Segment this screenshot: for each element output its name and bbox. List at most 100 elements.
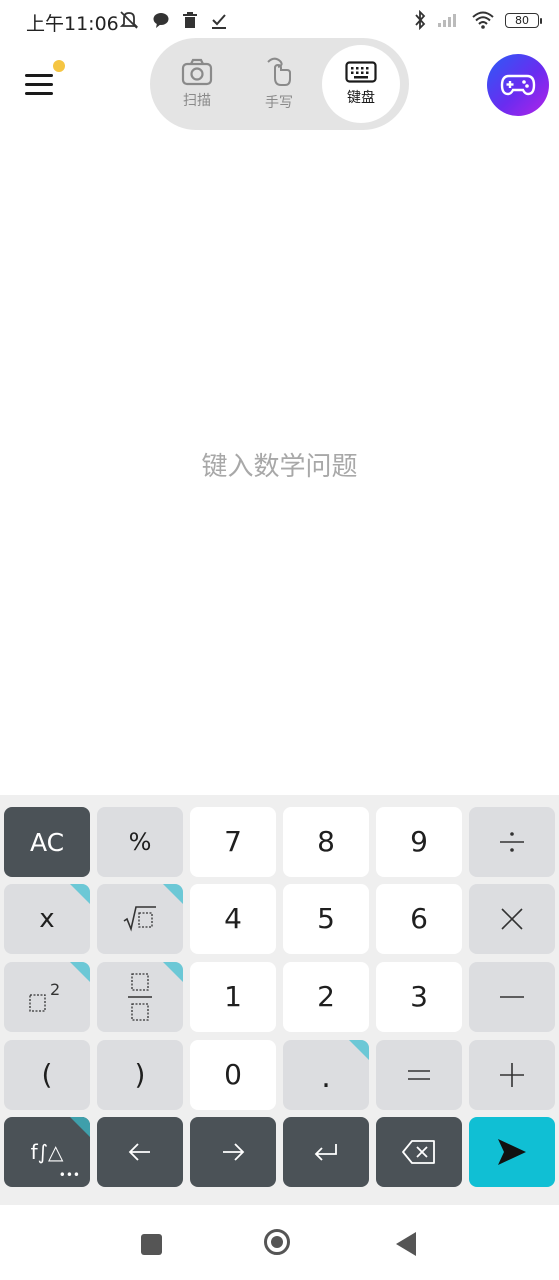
mode-scan[interactable]: 扫描	[158, 45, 236, 123]
key-functions[interactable]: f∫△ •••	[4, 1117, 90, 1187]
input-mode-switcher: 扫描 手写 键盘	[150, 38, 409, 130]
power-icon: 2	[29, 980, 60, 1012]
enter-icon	[314, 1144, 337, 1161]
keyboard-icon	[345, 61, 377, 83]
key-clear-all[interactable]: AC	[4, 807, 90, 877]
key-cursor-right[interactable]	[190, 1117, 276, 1187]
status-time: 上午11:06	[26, 13, 119, 35]
arrow-right-icon	[223, 1143, 245, 1161]
key-open-paren[interactable]: (	[4, 1040, 90, 1110]
key-multiply[interactable]	[469, 884, 555, 954]
minus-icon	[500, 996, 524, 998]
key-0[interactable]: 0	[190, 1040, 276, 1110]
key-equals[interactable]	[376, 1040, 462, 1110]
key-decimal-label: .	[321, 1060, 331, 1095]
math-keypad: AC % 7 8 9 x 4 5 6 2 1 2 3 ( ) 0 . f∫△ •…	[0, 795, 559, 1205]
system-navigation-bar	[0, 1205, 559, 1280]
signal-icon	[438, 14, 456, 27]
math-input-placeholder[interactable]: 键入数学问题	[0, 446, 559, 483]
key-6[interactable]: 6	[376, 884, 462, 954]
recent-apps-icon[interactable]	[141, 1234, 162, 1255]
fraction-icon	[128, 973, 152, 1021]
key-close-paren-label: )	[134, 1058, 146, 1091]
key-plus[interactable]	[469, 1040, 555, 1110]
key-variable-x[interactable]: x	[4, 884, 90, 954]
key-2[interactable]: 2	[283, 962, 369, 1032]
key-variable-x-label: x	[39, 904, 55, 934]
key-more-indicator	[70, 1117, 90, 1137]
key-6-label: 6	[410, 902, 428, 935]
game-button[interactable]	[487, 54, 549, 116]
square-root-icon	[123, 906, 156, 932]
key-5[interactable]: 5	[283, 884, 369, 954]
svg-text:2: 2	[50, 980, 60, 999]
gamepad-icon	[500, 74, 536, 96]
multiply-icon	[501, 908, 523, 930]
key-divide[interactable]	[469, 807, 555, 877]
key-cursor-left[interactable]	[97, 1117, 183, 1187]
key-submit[interactable]	[469, 1117, 555, 1187]
key-7[interactable]: 7	[190, 807, 276, 877]
status-system-icons: 80	[413, 10, 542, 30]
key-more-indicator	[163, 962, 183, 982]
chat-bubble-icon	[153, 13, 169, 28]
key-more-indicator	[70, 884, 90, 904]
home-icon[interactable]	[264, 1229, 290, 1255]
key-backspace[interactable]	[376, 1117, 462, 1187]
key-close-paren[interactable]: )	[97, 1040, 183, 1110]
equals-icon	[408, 1070, 430, 1080]
handwriting-icon	[267, 57, 291, 86]
mode-keyboard[interactable]: 键盘	[322, 45, 400, 123]
key-square-root[interactable]	[97, 884, 183, 954]
mode-handwriting-label: 手写	[265, 95, 293, 111]
key-4[interactable]: 4	[190, 884, 276, 954]
divide-icon	[500, 832, 524, 852]
key-functions-more-icon: •••	[58, 1168, 80, 1182]
backspace-icon	[402, 1140, 435, 1164]
status-notification-icons	[118, 10, 228, 30]
key-5-label: 5	[317, 902, 335, 935]
key-minus[interactable]	[469, 962, 555, 1032]
key-3[interactable]: 3	[376, 962, 462, 1032]
key-4-label: 4	[224, 902, 242, 935]
mode-scan-label: 扫描	[183, 93, 211, 109]
key-more-indicator	[163, 884, 183, 904]
arrow-left-icon	[128, 1143, 150, 1161]
key-3-label: 3	[410, 980, 428, 1013]
camera-icon	[181, 58, 213, 86]
key-decimal[interactable]: .	[283, 1040, 369, 1110]
trash-icon	[183, 12, 197, 28]
key-clear-all-label: AC	[29, 827, 65, 857]
key-9[interactable]: 9	[376, 807, 462, 877]
mode-keyboard-label: 键盘	[347, 90, 375, 106]
send-icon	[498, 1139, 526, 1165]
menu-button[interactable]	[22, 68, 56, 102]
key-fraction[interactable]	[97, 962, 183, 1032]
muted-bell-icon	[119, 11, 139, 29]
key-7-label: 7	[224, 825, 242, 858]
back-icon[interactable]	[396, 1232, 416, 1256]
plus-icon	[500, 1063, 524, 1087]
key-percent[interactable]: %	[97, 807, 183, 877]
key-more-indicator	[70, 962, 90, 982]
key-8[interactable]: 8	[283, 807, 369, 877]
notification-dot	[53, 60, 65, 72]
key-9-label: 9	[410, 825, 428, 858]
key-8-label: 8	[317, 825, 335, 858]
status-bar: 上午11:06 80	[0, 0, 559, 42]
key-1-label: 1	[224, 980, 242, 1013]
battery-indicator: 80	[505, 12, 542, 28]
key-more-indicator	[349, 1040, 369, 1060]
key-2-label: 2	[317, 980, 335, 1013]
key-functions-label: f∫△	[30, 1140, 64, 1164]
key-percent-label: %	[128, 828, 152, 856]
key-power[interactable]: 2	[4, 962, 90, 1032]
wifi-icon	[472, 11, 494, 29]
key-new-line[interactable]	[283, 1117, 369, 1187]
key-1[interactable]: 1	[190, 962, 276, 1032]
key-0-label: 0	[224, 1058, 242, 1091]
mode-handwriting[interactable]: 手写	[240, 45, 318, 123]
check-download-icon	[212, 14, 226, 29]
bluetooth-icon	[415, 10, 426, 30]
key-open-paren-label: (	[41, 1058, 53, 1091]
